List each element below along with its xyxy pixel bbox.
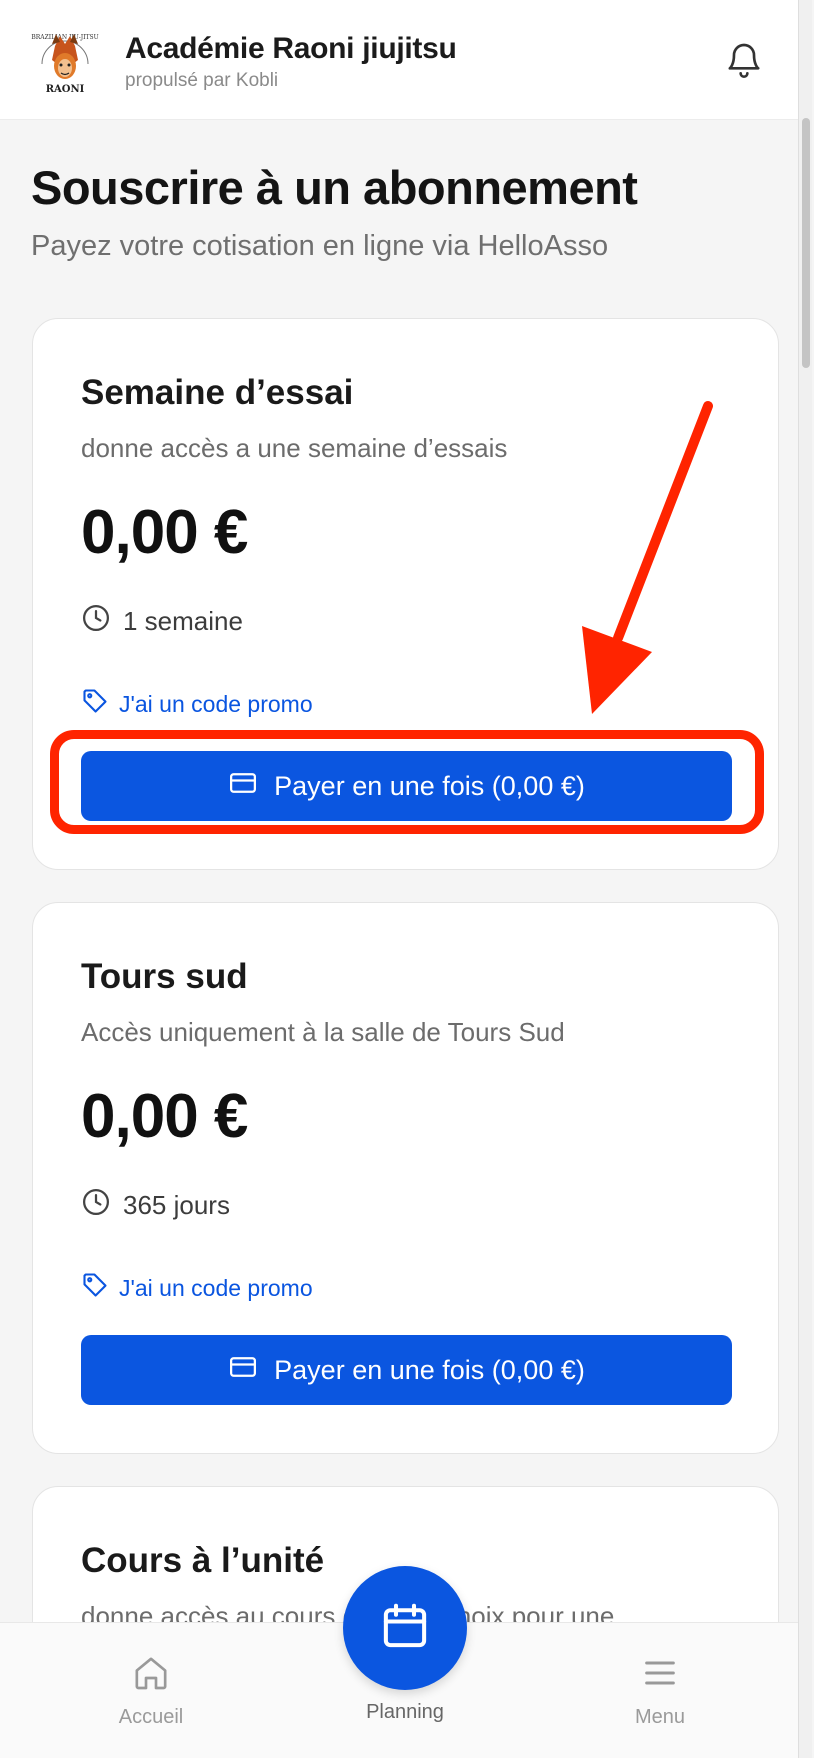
plan-card-tours-sud: Tours sud Accès uniquement à la salle de… <box>32 902 779 1454</box>
annotation-arrow <box>582 401 713 714</box>
tag-icon <box>81 1271 109 1305</box>
nav-label-planning: Planning <box>366 1701 444 1723</box>
plan-duration-label: 365 jours <box>123 1190 230 1220</box>
plan-description: donne accès a une semaine d’essais <box>81 433 508 463</box>
promo-code-link[interactable]: J'ai un code promo <box>81 687 313 721</box>
svg-text:RAONI: RAONI <box>46 84 85 95</box>
page-subtitle: Payez votre cotisation en ligne via Hell… <box>31 230 609 262</box>
nav-label-menu: Menu <box>634 1706 686 1728</box>
header-titles: Académie Raoni jiujitsu propulsé par Kob… <box>125 32 457 92</box>
plan-price: 0,00 € <box>81 1082 248 1151</box>
svg-text:BRAZILIAN JIU-JITSU: BRAZILIAN JIU-JITSU <box>31 34 98 41</box>
pay-once-label: Payer en une fois (0,00 €) <box>274 1354 585 1385</box>
app-title: Académie Raoni jiujitsu <box>125 32 457 65</box>
page-title: Souscrire à un abonnement <box>31 161 638 214</box>
club-logo: BRAZILIAN JIU-JITSU RAONI <box>30 26 100 96</box>
plan-duration: 365 jours <box>81 1187 230 1224</box>
hamburger-icon <box>640 1653 680 1698</box>
app-frame: BRAZILIAN JIU-JITSU RAONI Académie Raoni… <box>0 0 812 1758</box>
plan-duration: 1 semaine <box>81 603 243 640</box>
clock-icon <box>81 1187 111 1224</box>
nav-label-accueil: Accueil <box>118 1706 184 1728</box>
plan-description: Accès uniquement à la salle de Tours Sud <box>81 1017 565 1047</box>
plan-title: Tours sud <box>81 957 248 996</box>
pay-once-button[interactable]: Payer en une fois (0,00 €) <box>81 1335 732 1405</box>
planning-fab[interactable] <box>343 1566 467 1690</box>
credit-card-icon <box>228 1352 258 1389</box>
scrollbar-thumb[interactable] <box>802 118 810 368</box>
nav-item-planning[interactable]: Planning <box>335 1701 475 1724</box>
plan-duration-label: 1 semaine <box>123 606 243 636</box>
calendar-icon <box>378 1599 432 1658</box>
bell-icon[interactable] <box>724 40 764 80</box>
home-icon <box>131 1653 171 1698</box>
plan-title: Semaine d’essai <box>81 373 354 412</box>
nav-item-menu[interactable]: Menu <box>590 1653 730 1729</box>
annotation-highlight-box <box>50 730 764 834</box>
plan-title: Cours à l’unité <box>81 1541 325 1580</box>
promo-code-label: J'ai un code promo <box>119 690 313 717</box>
app-subtitle: propulsé par Kobli <box>125 70 279 91</box>
promo-code-link[interactable]: J'ai un code promo <box>81 1271 313 1305</box>
tag-icon <box>81 687 109 721</box>
promo-code-label: J'ai un code promo <box>119 1274 313 1301</box>
nav-item-accueil[interactable]: Accueil <box>81 1653 221 1729</box>
plan-price: 0,00 € <box>81 498 248 567</box>
app-header: BRAZILIAN JIU-JITSU RAONI Académie Raoni… <box>0 0 812 120</box>
clock-icon <box>81 603 111 640</box>
scrollbar[interactable] <box>798 0 812 1758</box>
